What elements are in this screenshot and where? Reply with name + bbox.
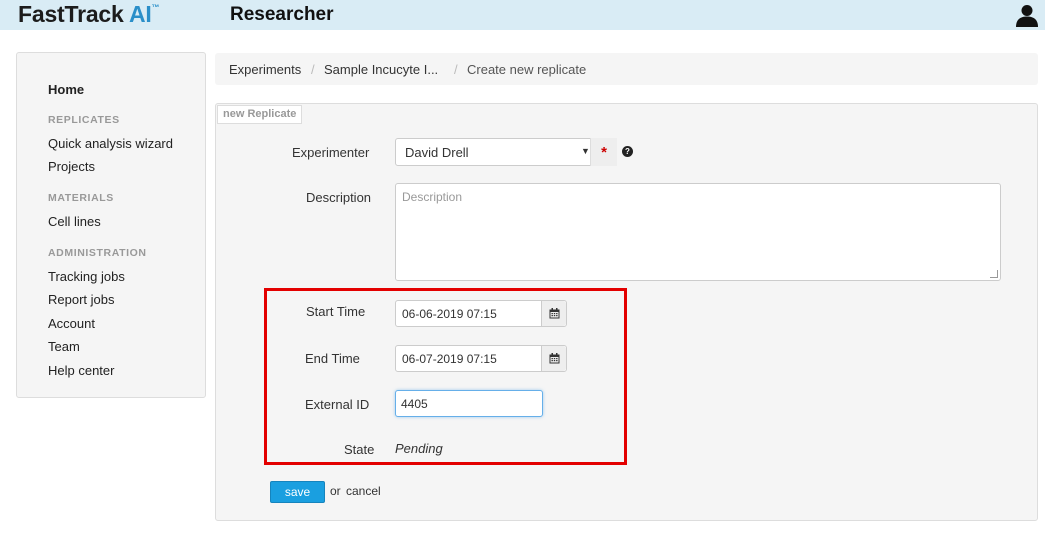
sidebar-heading-administration: ADMINISTRATION <box>48 247 147 259</box>
brand-ai: AI <box>128 1 152 27</box>
calendar-icon <box>549 353 560 364</box>
sidebar-item-report-jobs[interactable]: Report jobs <box>48 292 114 307</box>
end-time-label: End Time <box>305 351 360 366</box>
start-time-calendar-button[interactable] <box>541 301 566 326</box>
form-legend: new Replicate <box>217 105 303 124</box>
description-label: Description <box>306 190 372 205</box>
external-id-value: 4405 <box>401 397 428 411</box>
breadcrumb-sample-incucyte[interactable]: Sample Incucyte I... <box>324 62 438 77</box>
sidebar-item-help-center[interactable]: Help center <box>48 363 114 378</box>
end-time-calendar-button[interactable] <box>541 346 566 371</box>
breadcrumb: Experiments / Sample Incucyte I... / Cre… <box>215 53 1038 85</box>
start-time-input[interactable]: 06-06-2019 07:15 <box>395 300 567 327</box>
resize-grip-icon[interactable] <box>990 270 998 278</box>
save-button[interactable]: save <box>270 481 325 503</box>
description-placeholder: Description <box>402 190 463 204</box>
calendar-icon <box>549 308 560 319</box>
description-textarea[interactable]: Description <box>395 183 1001 281</box>
brand-name: FastTrack <box>18 1 129 27</box>
end-time-input[interactable]: 06-07-2019 07:15 <box>395 345 567 372</box>
cancel-link[interactable]: cancel <box>346 484 381 498</box>
help-icon[interactable]: ? <box>622 146 633 157</box>
end-time-value: 06-07-2019 07:15 <box>402 352 497 366</box>
start-time-label: Start Time <box>306 304 366 319</box>
external-id-label: External ID <box>305 397 370 412</box>
brand-trademark: ™ <box>151 3 160 12</box>
sidebar-item-projects[interactable]: Projects <box>48 159 95 174</box>
experimenter-value: David Drell <box>405 145 469 160</box>
sidebar-item-account[interactable]: Account <box>48 316 95 331</box>
required-asterisk-icon: * <box>590 138 617 166</box>
sidebar-item-team[interactable]: Team <box>48 339 80 354</box>
state-label: State <box>344 442 375 457</box>
breadcrumb-current: Create new replicate <box>467 62 587 77</box>
caret-down-icon: ▼ <box>581 146 590 156</box>
top-bar: FastTrack AI™ Researcher <box>0 0 1045 30</box>
breadcrumb-separator: / <box>311 62 315 77</box>
sidebar-item-home[interactable]: Home <box>48 82 84 97</box>
app-logo[interactable]: FastTrack AI™ <box>18 1 160 28</box>
role-title: Researcher <box>230 4 334 25</box>
experimenter-select[interactable]: David Drell ▼ * <box>395 138 617 166</box>
or-text: or <box>330 484 341 498</box>
sidebar-heading-materials: MATERIALS <box>48 192 114 204</box>
sidebar-item-cell-lines[interactable]: Cell lines <box>48 214 101 229</box>
sidebar-item-quick-analysis-wizard[interactable]: Quick analysis wizard <box>48 136 173 151</box>
experimenter-label: Experimenter <box>292 145 370 160</box>
breadcrumb-experiments[interactable]: Experiments <box>229 62 301 77</box>
external-id-input[interactable]: 4405 <box>395 390 543 417</box>
sidebar: Home REPLICATES Quick analysis wizard Pr… <box>16 52 206 398</box>
state-value: Pending <box>395 441 443 456</box>
sidebar-item-tracking-jobs[interactable]: Tracking jobs <box>48 269 125 284</box>
sidebar-heading-replicates: REPLICATES <box>48 114 120 126</box>
user-icon[interactable] <box>1015 3 1039 27</box>
breadcrumb-separator: / <box>454 62 458 77</box>
start-time-value: 06-06-2019 07:15 <box>402 307 497 321</box>
